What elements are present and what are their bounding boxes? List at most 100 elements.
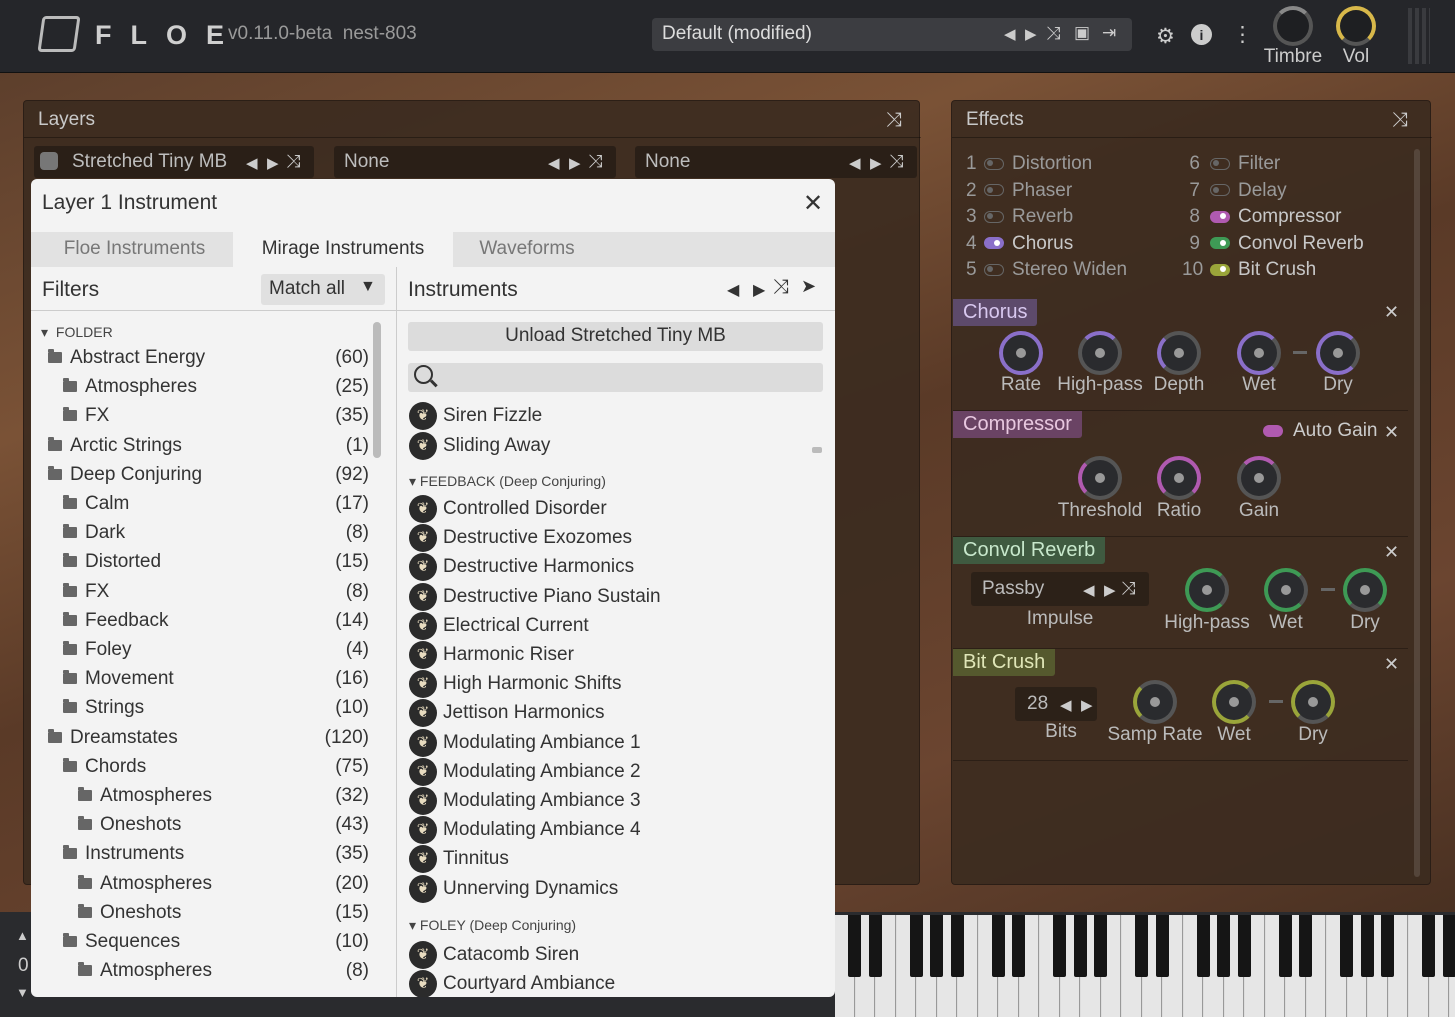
folder-item[interactable]: Sequences (10) [63,931,369,960]
effect-item-distortion[interactable]: 1 Distortion [966,153,1092,175]
black-key[interactable] [1442,915,1455,977]
black-key[interactable] [848,915,861,977]
instrument-item[interactable]: ❦ Electrical Current [409,611,589,641]
effects-scrollbar[interactable] [1414,149,1420,877]
black-key[interactable] [1217,915,1230,977]
effect-toggle[interactable] [1210,237,1230,250]
next-icon[interactable]: ▶ [870,154,882,172]
instruments-scrollbar[interactable] [812,447,822,453]
effects-shuffle-icon[interactable]: ⤨ [1392,109,1408,132]
chorus-wet-knob[interactable] [1237,331,1281,375]
shuffle-icon[interactable]: ⤨ [286,151,300,172]
search-input[interactable] [408,363,823,392]
instrument-item[interactable]: ❦ Destructive Piano Sustain [409,582,661,612]
black-key[interactable] [1012,915,1025,977]
effect-item-filter[interactable]: 6 Filter [1182,153,1280,175]
bits-stepper[interactable]: 28 ◀ ▶ [1015,687,1097,721]
locate-icon[interactable]: ➤ [801,276,816,297]
black-key[interactable] [909,915,923,977]
black-key[interactable] [991,915,1005,977]
black-key[interactable] [1237,915,1251,977]
auto-gain-toggle[interactable] [1263,425,1283,437]
black-key[interactable] [930,915,943,977]
bitcrush-samprate-knob[interactable] [1133,680,1177,724]
shuffle-preset-icon[interactable]: ⤨ [1046,23,1060,44]
timbre-knob[interactable] [1273,6,1313,46]
convol-highpass-knob[interactable] [1185,568,1229,612]
black-key[interactable] [1381,915,1394,977]
layer-slot-1[interactable]: Stretched Tiny MB ◀ ▶ ⤨ [34,146,314,178]
prev-impulse-icon[interactable]: ◀ [1083,581,1095,599]
layer-slot-3[interactable]: None ◀ ▶ ⤨ [635,146,917,178]
filters-scrollbar[interactable] [373,322,381,458]
effect-item-reverb[interactable]: 3 Reverb [966,206,1073,228]
folder-item[interactable]: Foley (4) [63,639,369,668]
folder-item[interactable]: FX (35) [63,405,369,434]
effect-toggle[interactable] [1210,263,1230,276]
folder-item[interactable]: Deep Conjuring (92) [48,464,369,493]
instrument-item[interactable]: ❦ Controlled Disorder [409,495,607,524]
folder-item[interactable]: Dreamstates (120) [48,727,369,756]
bits-increase-icon[interactable]: ▶ [1081,696,1093,714]
prev-icon[interactable]: ◀ [849,154,861,172]
black-key[interactable] [1155,915,1169,977]
instrument-item[interactable]: ❦ Modulating Ambiance 3 [409,787,641,816]
convol-close-icon[interactable]: ✕ [1384,542,1399,563]
vol-knob[interactable] [1336,6,1376,46]
folder-item[interactable]: Abstract Energy (60) [48,347,369,376]
instrument-item[interactable]: ❦ Catacomb Siren [409,941,579,970]
effect-item-compressor[interactable]: 8 Compressor [1182,206,1341,228]
convol-dry-knob[interactable] [1343,568,1387,612]
piano-keyboard[interactable] [835,915,1455,1017]
layers-shuffle-icon[interactable]: ⤨ [886,109,902,132]
effect-item-convol-reverb[interactable]: 9 Convol Reverb [1182,233,1363,255]
folder-item[interactable]: Distorted (15) [63,551,369,580]
match-all-dropdown[interactable]: Match all ▼ [261,274,385,305]
folder-item[interactable]: Arctic Strings (1) [48,435,369,464]
effect-toggle[interactable] [984,157,1004,170]
octave-up-icon[interactable]: ▲ [16,928,29,943]
instrument-item[interactable]: ❦ Destructive Exozomes [409,524,632,553]
chorus-close-icon[interactable]: ✕ [1384,302,1399,323]
bitcrush-close-icon[interactable]: ✕ [1384,654,1399,675]
black-key[interactable] [1053,915,1066,977]
bitcrush-dry-knob[interactable] [1291,680,1335,724]
compressor-close-icon[interactable]: ✕ [1384,422,1399,443]
close-icon[interactable]: ✕ [803,189,823,218]
folder-item[interactable]: Atmospheres (25) [63,376,369,405]
black-key[interactable] [1196,915,1210,977]
next-preset-icon[interactable]: ▶ [1025,25,1037,43]
folder-item[interactable]: Oneshots (15) [78,902,369,931]
instrument-item[interactable]: ❦ Modulating Ambiance 2 [409,757,641,787]
black-key[interactable] [1073,915,1087,977]
layer-enable-icon[interactable] [40,152,58,170]
next-icon[interactable]: ▶ [267,154,279,172]
shuffle-icon[interactable]: ⤨ [588,151,602,172]
folder-item[interactable]: Chords (75) [63,756,369,785]
next-icon[interactable]: ▶ [569,154,581,172]
chorus-dry-knob[interactable] [1316,331,1360,375]
black-key[interactable] [950,915,964,977]
impulse-selector[interactable]: Passby ◀ ▶ ⤨ [971,572,1149,606]
octave-down-icon[interactable]: ▼ [16,985,29,1000]
effect-toggle[interactable] [984,237,1004,250]
save-preset-icon[interactable]: ▣ [1074,23,1090,43]
instrument-item[interactable]: ❦ Unnerving Dynamics [409,874,618,904]
effect-toggle[interactable] [984,263,1004,276]
preset-selector[interactable]: Default (modified) ◀ ▶ ⤨ ▣ ⇥ [652,18,1132,51]
folder-item[interactable]: Oneshots (43) [78,814,369,843]
instrument-item[interactable]: ❦ Courtyard Ambiance [409,970,615,997]
chorus-highpass-knob[interactable] [1078,331,1122,375]
black-key[interactable] [1360,915,1374,977]
chorus-depth-knob[interactable] [1157,331,1201,375]
effect-toggle[interactable] [984,210,1004,223]
black-key[interactable] [1135,915,1148,977]
chorus-rate-knob[interactable] [999,331,1043,375]
shuffle-impulse-icon[interactable]: ⤨ [1121,578,1135,599]
folder-item[interactable]: Instruments (35) [63,843,369,872]
instrument-item[interactable]: ❦ High Harmonic Shifts [409,670,621,699]
effect-toggle[interactable] [1210,210,1230,223]
unload-button[interactable]: Unload Stretched Tiny MB [408,322,823,351]
bitcrush-wet-knob[interactable] [1212,680,1256,724]
black-key[interactable] [1340,915,1353,977]
